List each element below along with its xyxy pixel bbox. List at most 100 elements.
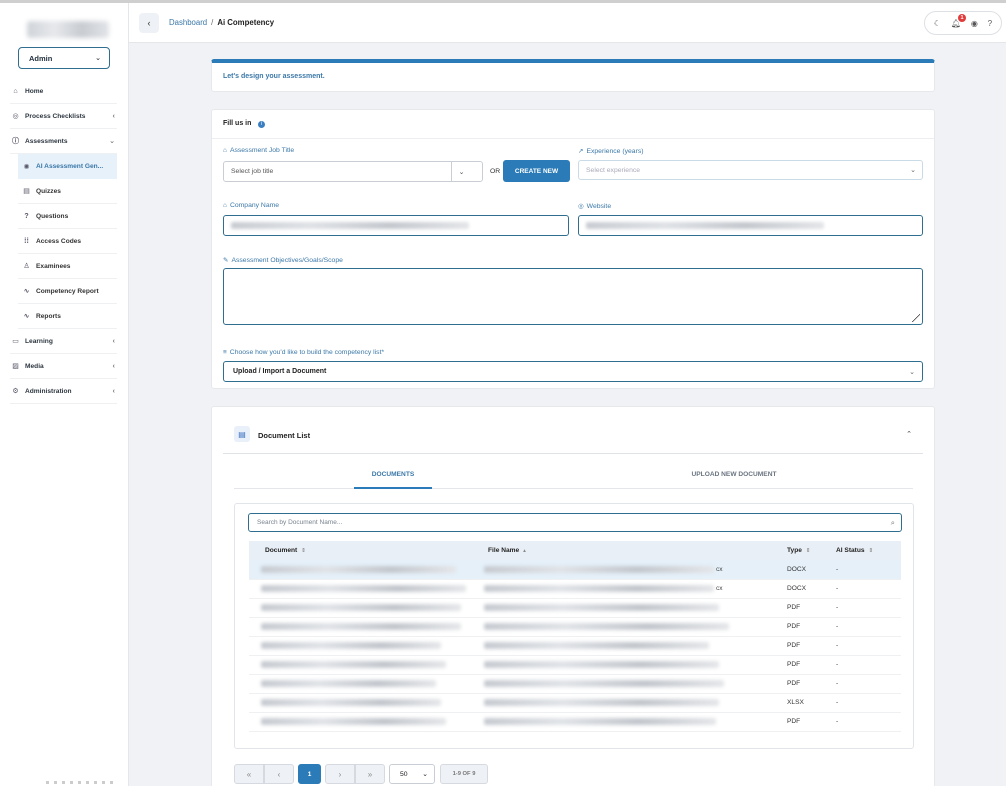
document-name-redacted bbox=[261, 565, 456, 573]
resize-handle-icon[interactable] bbox=[912, 314, 920, 322]
objectives-textarea[interactable] bbox=[223, 268, 923, 325]
tab-upload-new-document[interactable]: UPLOAD NEW DOCUMENT bbox=[664, 471, 804, 478]
website-label-text: Website bbox=[586, 202, 612, 210]
tabs-divider bbox=[234, 488, 913, 489]
chevron-down-icon[interactable]: ⌄ bbox=[451, 161, 471, 182]
sidebar-item-assessments[interactable]: ⓘ Assessments ⌄ bbox=[10, 129, 117, 154]
build-method-value: Upload / Import a Document bbox=[233, 368, 327, 375]
file-name-redacted bbox=[484, 565, 714, 573]
file-extension: cx bbox=[716, 565, 723, 573]
sidebar-item-ai-assessment-gen[interactable]: ✺ AI Assessment Gen... bbox=[18, 154, 117, 179]
chevron-left-icon: ‹ bbox=[112, 337, 115, 345]
help-icon[interactable]: ? bbox=[988, 19, 992, 28]
document-list-title: Document List bbox=[258, 431, 311, 440]
sidebar-item-reports[interactable]: ∿ Reports bbox=[18, 304, 117, 329]
chevron-up-icon[interactable]: ⌃ bbox=[906, 430, 912, 438]
header-toolbar: ☾ 🔔︎ 1 ◉ ? bbox=[924, 11, 1002, 35]
table-row[interactable]: XLSX - bbox=[249, 693, 901, 713]
column-header-document[interactable]: Document ⇕ bbox=[249, 541, 472, 560]
table-row[interactable]: cx DOCX - bbox=[249, 560, 901, 580]
trend-icon: ↗ bbox=[578, 148, 584, 155]
column-header-type[interactable]: Type ⇕ bbox=[781, 541, 830, 560]
gear-icon: ⚙ bbox=[12, 388, 19, 395]
table-row[interactable]: cx DOCX - bbox=[249, 579, 901, 599]
file-name-redacted bbox=[484, 679, 724, 687]
bell-icon[interactable]: 🔔︎ 1 bbox=[951, 13, 967, 28]
table-row[interactable]: PDF - bbox=[249, 598, 901, 618]
website-input[interactable] bbox=[578, 215, 923, 236]
sidebar-item-access-codes[interactable]: ⁞⁞ Access Codes bbox=[18, 229, 117, 254]
sidebar-item-examinees[interactable]: ♙ Examinees bbox=[18, 254, 117, 279]
cell-type: PDF bbox=[781, 655, 830, 675]
create-new-button[interactable]: CREATE NEW bbox=[503, 160, 570, 182]
job-title-label-text: Assessment Job Title bbox=[229, 147, 295, 154]
sidebar-item-learning[interactable]: ▭ Learning ‹ bbox=[10, 329, 117, 354]
sidebar-item-home[interactable]: ⌂ Home bbox=[10, 79, 117, 104]
table-header-row: Document ⇕ File Name ▴ Type ⇕ AI Status ⇕ bbox=[249, 541, 901, 560]
build-method-select[interactable]: Upload / Import a Document ⌄ bbox=[223, 361, 923, 382]
table-row[interactable]: PDF - bbox=[249, 655, 901, 675]
building-icon: ⌂ bbox=[223, 202, 227, 209]
sidebar-item-quizzes[interactable]: ▤ Quizzes bbox=[18, 179, 117, 204]
documents-table-container: Search by Document Name... ⌕ Document ⇕ F… bbox=[234, 503, 914, 749]
moon-icon[interactable]: ☾ bbox=[934, 19, 941, 28]
company-name-input[interactable] bbox=[223, 215, 569, 236]
column-header-ai-status[interactable]: AI Status ⇕ bbox=[830, 541, 901, 560]
experience-label: ↗ Experience (years) bbox=[578, 147, 644, 156]
cell-ai-status: - bbox=[830, 598, 901, 618]
tab-documents[interactable]: DOCUMENTS bbox=[354, 471, 432, 478]
documents-table: Document ⇕ File Name ▴ Type ⇕ AI Status ⇕ cx… bbox=[249, 541, 901, 732]
current-page-button[interactable]: 1 bbox=[298, 764, 321, 784]
sidebar-item-label: Administration bbox=[25, 387, 72, 395]
job-title-select[interactable]: Select job title bbox=[223, 161, 483, 182]
sidebar-item-label: Competency Report bbox=[36, 287, 99, 295]
breadcrumb-dashboard-link[interactable]: Dashboard bbox=[169, 18, 207, 27]
sidebar-item-label: AI Assessment Gen... bbox=[36, 163, 104, 170]
prev-page-button[interactable]: ‹ bbox=[264, 764, 294, 784]
column-header-file-name[interactable]: File Name ▴ bbox=[472, 541, 781, 560]
sidebar-item-competency-report[interactable]: ∿ Competency Report bbox=[18, 279, 117, 304]
breadcrumb-current: Ai Competency bbox=[217, 18, 275, 27]
pagination-count: 1-9 OF 9 bbox=[440, 764, 488, 784]
sidebar-item-label: Access Codes bbox=[36, 237, 82, 245]
experience-select[interactable]: Select experience ⌄ bbox=[578, 160, 923, 180]
build-method-label: ≡ Choose how you'd like to build the com… bbox=[223, 349, 384, 356]
page-size-select[interactable]: 50 ⌄ bbox=[389, 764, 435, 784]
assessment-form-card: Fill us in i ⌂ Assessment Job Title Sele… bbox=[211, 109, 935, 389]
sidebar-item-process-checklists[interactable]: ◎ Process Checklists ‹ bbox=[10, 104, 117, 129]
sidebar-item-label: Assessments bbox=[25, 137, 68, 145]
table-row[interactable]: PDF - bbox=[249, 712, 901, 732]
cell-type: PDF bbox=[781, 636, 830, 656]
help-circle-icon: ⓘ bbox=[12, 138, 19, 145]
sort-icon: ⇕ bbox=[868, 548, 874, 554]
grid-icon: ⁞⁞ bbox=[24, 237, 29, 245]
sidebar-item-media[interactable]: ▨ Media ‹ bbox=[10, 354, 117, 379]
sidebar-item-administration[interactable]: ⚙ Administration ‹ bbox=[10, 379, 117, 404]
first-page-button[interactable]: « bbox=[234, 764, 264, 784]
table-row[interactable]: PDF - bbox=[249, 617, 901, 637]
sidebar-item-questions[interactable]: ? Questions bbox=[18, 204, 117, 229]
search-icon[interactable]: ⌕ bbox=[891, 518, 895, 528]
form-header: Fill us in i bbox=[212, 110, 934, 139]
cell-document bbox=[249, 598, 472, 618]
table-row[interactable]: PDF - bbox=[249, 674, 901, 694]
play-circle-icon[interactable]: ◉ bbox=[971, 19, 978, 28]
last-page-button[interactable]: » bbox=[355, 764, 385, 784]
document-search-input[interactable]: Search by Document Name... ⌕ bbox=[248, 513, 902, 532]
job-title-label: ⌂ Assessment Job Title bbox=[223, 147, 294, 154]
cell-file-name bbox=[472, 712, 781, 732]
cell-type: DOCX bbox=[781, 579, 830, 599]
document-icon: ▤ bbox=[23, 188, 30, 195]
objectives-label-text: Assessment Objectives/Goals/Scope bbox=[231, 256, 343, 264]
back-button[interactable]: ‹ bbox=[139, 13, 159, 33]
next-page-button[interactable]: › bbox=[325, 764, 355, 784]
question-mark-icon: ? bbox=[24, 212, 29, 220]
file-name-redacted bbox=[484, 660, 719, 668]
sidebar-item-label: Reports bbox=[36, 312, 61, 320]
role-select[interactable]: Admin ⌄ bbox=[18, 47, 110, 69]
table-row[interactable]: PDF - bbox=[249, 636, 901, 656]
cell-ai-status: - bbox=[830, 674, 901, 694]
briefcase-icon: ⌂ bbox=[223, 147, 227, 154]
info-icon[interactable]: i bbox=[258, 121, 265, 128]
cell-document bbox=[249, 636, 472, 656]
